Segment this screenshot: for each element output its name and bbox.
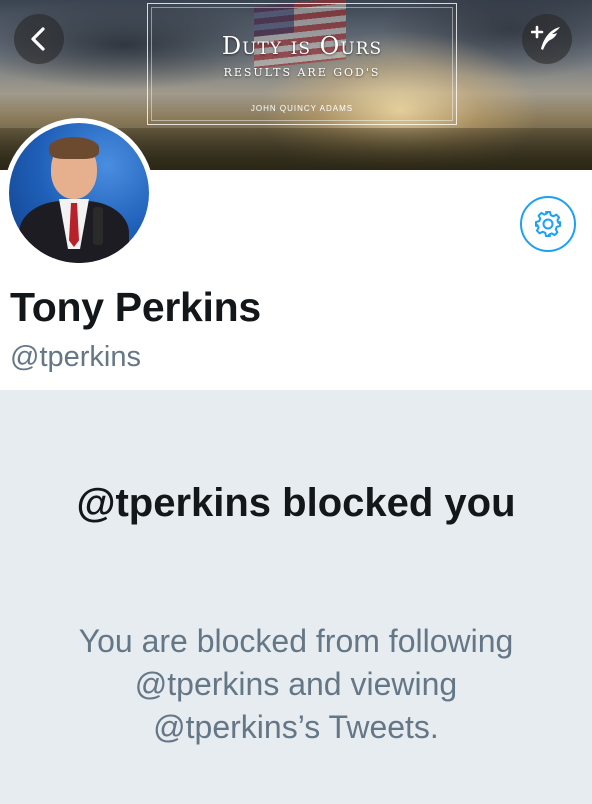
back-button[interactable]	[14, 14, 64, 64]
compose-tweet-icon	[531, 25, 560, 50]
compose-tweet-button[interactable]	[522, 14, 572, 64]
profile-name: Tony Perkins	[10, 284, 261, 330]
banner-quote-subtitle: RESULTS ARE GOD'S	[223, 66, 381, 79]
chevron-left-icon	[31, 27, 45, 51]
gear-icon	[535, 211, 561, 237]
avatar-photo	[9, 123, 149, 263]
banner-quote-title: Duty is Ours	[221, 32, 383, 60]
banner-quote-author: JOHN QUINCY ADAMS	[250, 104, 354, 113]
blocked-title: @tperkins blocked you	[76, 481, 516, 525]
profile-settings-button[interactable]	[520, 196, 576, 252]
profile-avatar[interactable]	[4, 118, 154, 268]
blocked-description: You are blocked from following @tperkins…	[78, 623, 514, 745]
profile-handle: @tperkins	[10, 341, 141, 373]
blocked-notice-panel: @tperkins blocked you You are blocked fr…	[0, 390, 592, 804]
